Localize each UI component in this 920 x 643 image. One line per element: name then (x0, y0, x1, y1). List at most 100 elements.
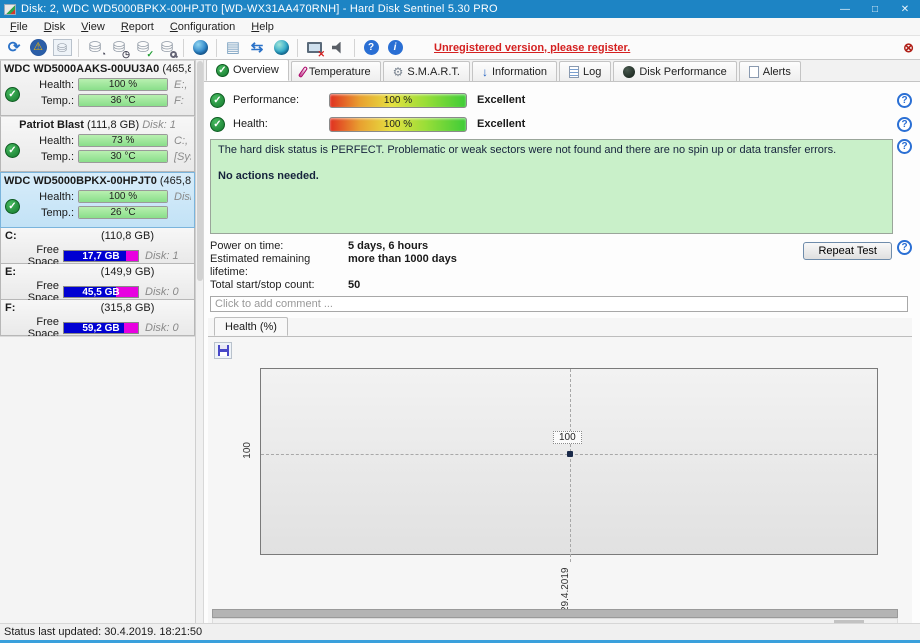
menu-help[interactable]: Help (243, 20, 282, 34)
x-axis-date-label: 29.4.2019 (560, 567, 571, 613)
disk-size: (465,8 GB) (159, 175, 191, 187)
menu-configuration[interactable]: Configuration (162, 20, 243, 34)
health-help-icon[interactable]: ? (897, 116, 912, 132)
comment-input[interactable] (210, 296, 908, 312)
warning-icon[interactable]: ⚠ (27, 38, 49, 58)
information-icon: ↓ (481, 64, 488, 79)
help-icon[interactable]: ? (360, 38, 382, 58)
menu-disk[interactable]: Disk (36, 20, 73, 34)
health-label: Health: (39, 134, 74, 147)
performance-label: Performance: (233, 94, 300, 106)
status-help-icon[interactable]: ? (897, 139, 912, 154)
partition-size: (149,9 GB) (100, 266, 155, 278)
scroll-right-arrow[interactable]: › (882, 620, 897, 624)
scrollbar-thumb[interactable] (197, 61, 203, 281)
health-label: Health: (39, 190, 74, 203)
health-row: ✓ Health: 100 % Excellent ? (210, 114, 912, 134)
network-icon[interactable] (270, 38, 292, 58)
globe-disk-icon[interactable] (189, 38, 211, 58)
toolbar-separator (297, 38, 298, 57)
report-icon[interactable]: ▤ (222, 38, 244, 58)
toolbar-separator (78, 38, 79, 57)
menu-bar: File Disk View Report Configuration Help (0, 18, 920, 36)
health-label: Health: (39, 78, 74, 91)
free-space-bar: 45,5 GB (63, 286, 139, 298)
performance-row: ✓ Performance: 100 % Excellent ? (210, 90, 912, 110)
main-panel: ✓ Overview Temperature ⚙ S.M.A.R.T. ↓ Infor… (204, 59, 920, 623)
chart-tab-health[interactable]: Health (%) (214, 317, 288, 336)
monitor-x-icon[interactable]: ✕ (303, 38, 325, 58)
y-axis-tick: 100 (242, 442, 253, 459)
disk-size: (465,8 GB) (162, 63, 191, 75)
disk-view-icon[interactable]: ⛁ (51, 38, 73, 58)
disk-gauge-icon[interactable]: ⛁ ◔ (84, 38, 106, 58)
partition-letters: [System Rese (174, 150, 191, 163)
scrollbar-thumb[interactable] (834, 620, 864, 623)
disk-item-wd5000bpkx-selected[interactable]: WDC WD5000BPKX-00HPJT0 (465,8 GB) ✓ Heal… (0, 172, 195, 228)
temp-label: Temp.: (40, 206, 74, 219)
disk-item-wd5000aaks[interactable]: WDC WD5000AAKS-00UU3A0 (465,8 GB) D ✓ He… (0, 60, 195, 116)
disk-item-patriot-blast[interactable]: Patriot Blast (111,8 GB) Disk: 1 ✓ Healt… (0, 116, 195, 172)
temp-bar: 30 °C (78, 150, 168, 163)
tab-overview[interactable]: ✓ Overview (206, 59, 289, 81)
data-point (567, 451, 573, 457)
partition-letter: F: (5, 302, 16, 314)
toolbar: ⟳ ⚠ ⛁ ⛁ ◔ ⛁ ◷ ⛁ ✓ ⛁ ▤ ⇆ ✕ ? i Unregistered … (0, 36, 920, 60)
health-bar: 100 % (329, 116, 467, 132)
exit-icon[interactable]: ⊗ (903, 40, 914, 56)
health-label: Health: (233, 118, 268, 130)
disk-number: Disk: 0 (145, 286, 179, 298)
maximize-button[interactable]: □ (860, 0, 890, 18)
disk-number: Disk: 0 (145, 322, 179, 334)
chart-range-bar[interactable] (212, 609, 898, 618)
menu-view[interactable]: View (73, 20, 113, 34)
close-button[interactable]: ✕ (890, 0, 920, 18)
disk-ok-icon[interactable]: ⛁ ✓ (132, 38, 154, 58)
tab-information[interactable]: ↓ Information (471, 61, 557, 81)
sidebar-empty-area (0, 336, 195, 623)
menu-file[interactable]: File (2, 20, 36, 34)
repeat-test-button[interactable]: Repeat Test (803, 242, 892, 260)
health-bar: 73 % (78, 134, 168, 147)
free-space-bar: 17,7 GB (63, 250, 139, 262)
speaker-icon[interactable] (327, 38, 349, 58)
tab-disk-performance[interactable]: Disk Performance (613, 61, 737, 81)
partition-item-c[interactable]: C: (110,8 GB) Free Space 17,7 GB Disk: 1 (0, 228, 195, 268)
health-bar: 100 % (78, 78, 168, 91)
partition-letter: E: (5, 266, 16, 278)
status-text: The hard disk status is PERFECT. Problem… (218, 144, 837, 156)
data-point-label: 100 (553, 431, 582, 444)
status-action: No actions needed. (218, 170, 319, 182)
partition-letters: C:, (174, 134, 189, 147)
sidebar-scrollbar[interactable] (196, 60, 204, 623)
temp-bar: 26 °C (78, 206, 168, 219)
refresh-icon[interactable]: ⟳ (3, 38, 25, 58)
sync-icon[interactable]: ⇆ (246, 38, 268, 58)
tab-alerts[interactable]: Alerts (738, 61, 801, 81)
remaining-lifetime-label: Estimated remaining lifetime: (210, 253, 311, 278)
repeat-test-help-icon[interactable]: ? (897, 240, 912, 255)
tab-log[interactable]: Log (558, 61, 612, 81)
scroll-left-arrow[interactable]: ‹ (213, 620, 228, 624)
magnifier-badge-icon (170, 50, 177, 58)
disk-sidebar: WDC WD5000AAKS-00UU3A0 (465,8 GB) D ✓ He… (0, 60, 196, 623)
performance-rating: Excellent (477, 94, 526, 106)
performance-help-icon[interactable]: ? (897, 92, 912, 108)
health-bar: 100 % (78, 190, 168, 203)
minimize-button[interactable]: — (830, 0, 860, 18)
register-link[interactable]: Unregistered version, please register. (434, 42, 630, 54)
performance-bar: 100 % (329, 92, 467, 108)
disk-search-icon[interactable]: ⛁ (156, 38, 178, 58)
save-chart-button[interactable] (214, 342, 232, 359)
info-icon[interactable]: i (384, 38, 406, 58)
menu-report[interactable]: Report (113, 20, 162, 34)
partition-item-e[interactable]: E: (149,9 GB) Free Space 45,5 GB Disk: 0 (0, 264, 195, 304)
chart-scrollbar[interactable]: ‹ › (212, 618, 898, 623)
disk-clock-icon[interactable]: ⛁ ◷ (108, 38, 130, 58)
tab-smart[interactable]: ⚙ S.M.A.R.T. (382, 61, 470, 81)
temp-bar: 36 °C (78, 94, 168, 107)
thermometer-icon (297, 65, 308, 78)
overview-content: ✓ Performance: 100 % Excellent ? ✓ Healt… (204, 82, 920, 623)
tab-temperature[interactable]: Temperature (290, 61, 381, 81)
partition-item-f[interactable]: F: (315,8 GB) Free Space 59,2 GB Disk: 0 (0, 300, 195, 340)
